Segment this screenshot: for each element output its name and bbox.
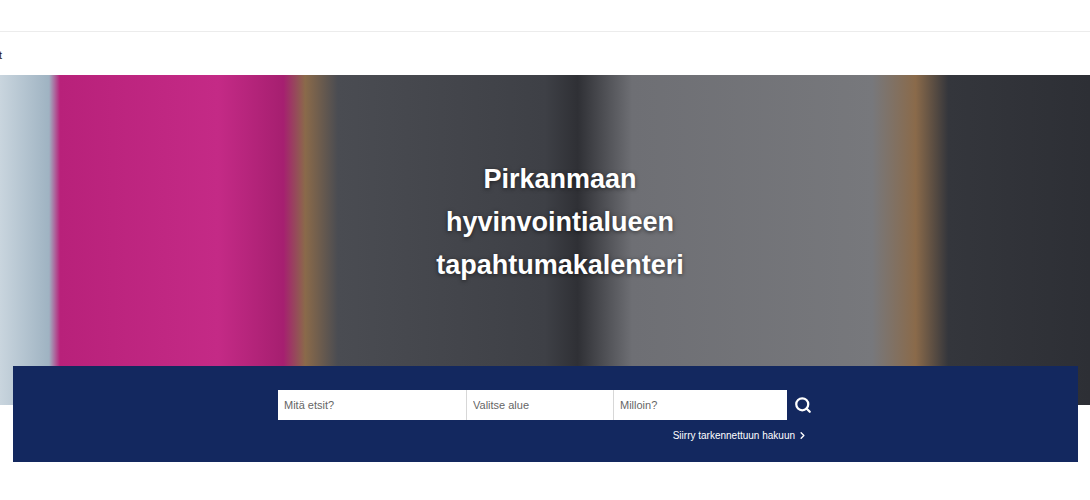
title-line: tapahtumakalenteri	[436, 244, 684, 287]
search-row	[278, 390, 818, 420]
search-panel: Siirry tarkennettuun hakuun	[13, 366, 1078, 462]
search-field[interactable]	[466, 390, 613, 420]
nav-item[interactable]: t	[0, 47, 2, 61]
search-button[interactable]	[788, 390, 818, 420]
top-bar	[0, 0, 1090, 32]
search-column: Siirry tarkennettuun hakuun	[278, 390, 818, 452]
page: t Pirkanmaanhyvinvointialueentapahtumakal…	[0, 0, 1090, 500]
link-row: Siirry tarkennettuun hakuun	[278, 430, 818, 441]
advanced-search-link[interactable]: Siirry tarkennettuun hakuun	[673, 430, 808, 441]
search-field[interactable]	[613, 390, 787, 420]
hero-image: Pirkanmaanhyvinvointialueentapahtumakale…	[0, 75, 1090, 405]
title-line: hyvinvointialueen	[436, 201, 684, 244]
chevron-right-icon	[797, 430, 808, 441]
hero-title: Pirkanmaanhyvinvointialueentapahtumakale…	[436, 158, 684, 287]
search-field[interactable]	[278, 390, 466, 420]
navigation-bar: t	[0, 32, 1090, 75]
title-line: Pirkanmaan	[436, 158, 684, 201]
search-icon	[794, 396, 812, 414]
